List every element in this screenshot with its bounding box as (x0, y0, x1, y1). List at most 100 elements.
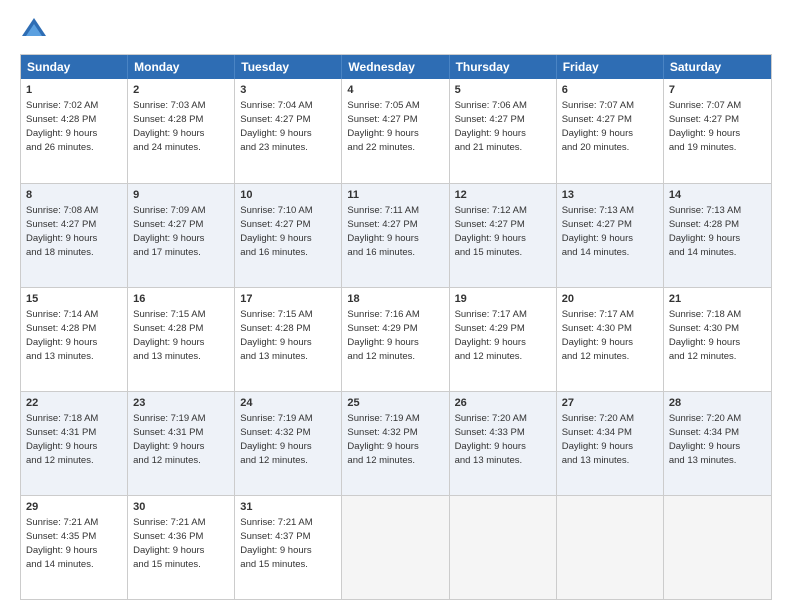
calendar-cell: 15Sunrise: 7:14 AMSunset: 4:28 PMDayligh… (21, 288, 128, 391)
calendar-cell: 14Sunrise: 7:13 AMSunset: 4:28 PMDayligh… (664, 184, 771, 287)
day-number: 23 (133, 396, 229, 411)
calendar-cell: 9Sunrise: 7:09 AMSunset: 4:27 PMDaylight… (128, 184, 235, 287)
cell-info: Sunrise: 7:05 AMSunset: 4:27 PMDaylight:… (347, 99, 443, 154)
day-number: 25 (347, 396, 443, 411)
cell-info: Sunrise: 7:18 AMSunset: 4:30 PMDaylight:… (669, 308, 766, 363)
calendar-row: 1Sunrise: 7:02 AMSunset: 4:28 PMDaylight… (21, 79, 771, 183)
calendar-cell: 3Sunrise: 7:04 AMSunset: 4:27 PMDaylight… (235, 79, 342, 183)
day-number: 15 (26, 292, 122, 307)
cell-info: Sunrise: 7:21 AMSunset: 4:35 PMDaylight:… (26, 516, 122, 571)
calendar-cell (342, 496, 449, 599)
calendar-cell: 30Sunrise: 7:21 AMSunset: 4:36 PMDayligh… (128, 496, 235, 599)
day-number: 4 (347, 83, 443, 98)
calendar-cell: 21Sunrise: 7:18 AMSunset: 4:30 PMDayligh… (664, 288, 771, 391)
cell-info: Sunrise: 7:06 AMSunset: 4:27 PMDaylight:… (455, 99, 551, 154)
calendar-cell: 24Sunrise: 7:19 AMSunset: 4:32 PMDayligh… (235, 392, 342, 495)
cell-info: Sunrise: 7:17 AMSunset: 4:29 PMDaylight:… (455, 308, 551, 363)
calendar-row: 8Sunrise: 7:08 AMSunset: 4:27 PMDaylight… (21, 183, 771, 287)
calendar-cell: 7Sunrise: 7:07 AMSunset: 4:27 PMDaylight… (664, 79, 771, 183)
calendar-cell: 25Sunrise: 7:19 AMSunset: 4:32 PMDayligh… (342, 392, 449, 495)
day-number: 10 (240, 188, 336, 203)
cell-info: Sunrise: 7:15 AMSunset: 4:28 PMDaylight:… (240, 308, 336, 363)
calendar-header-cell: Monday (128, 55, 235, 79)
calendar-cell: 23Sunrise: 7:19 AMSunset: 4:31 PMDayligh… (128, 392, 235, 495)
cell-info: Sunrise: 7:16 AMSunset: 4:29 PMDaylight:… (347, 308, 443, 363)
day-number: 1 (26, 83, 122, 98)
calendar-cell: 22Sunrise: 7:18 AMSunset: 4:31 PMDayligh… (21, 392, 128, 495)
calendar-header: SundayMondayTuesdayWednesdayThursdayFrid… (21, 55, 771, 79)
cell-info: Sunrise: 7:11 AMSunset: 4:27 PMDaylight:… (347, 204, 443, 259)
cell-info: Sunrise: 7:12 AMSunset: 4:27 PMDaylight:… (455, 204, 551, 259)
day-number: 7 (669, 83, 766, 98)
cell-info: Sunrise: 7:13 AMSunset: 4:28 PMDaylight:… (669, 204, 766, 259)
cell-info: Sunrise: 7:02 AMSunset: 4:28 PMDaylight:… (26, 99, 122, 154)
day-number: 29 (26, 500, 122, 515)
calendar-header-cell: Thursday (450, 55, 557, 79)
logo-icon (20, 16, 48, 44)
calendar-header-cell: Sunday (21, 55, 128, 79)
cell-info: Sunrise: 7:07 AMSunset: 4:27 PMDaylight:… (669, 99, 766, 154)
day-number: 5 (455, 83, 551, 98)
calendar-cell: 16Sunrise: 7:15 AMSunset: 4:28 PMDayligh… (128, 288, 235, 391)
calendar-cell (557, 496, 664, 599)
calendar-cell: 20Sunrise: 7:17 AMSunset: 4:30 PMDayligh… (557, 288, 664, 391)
cell-info: Sunrise: 7:18 AMSunset: 4:31 PMDaylight:… (26, 412, 122, 467)
calendar-row: 15Sunrise: 7:14 AMSunset: 4:28 PMDayligh… (21, 287, 771, 391)
day-number: 21 (669, 292, 766, 307)
day-number: 22 (26, 396, 122, 411)
header (20, 16, 772, 44)
day-number: 28 (669, 396, 766, 411)
logo (20, 16, 52, 44)
day-number: 31 (240, 500, 336, 515)
cell-info: Sunrise: 7:19 AMSunset: 4:31 PMDaylight:… (133, 412, 229, 467)
calendar-cell (450, 496, 557, 599)
cell-info: Sunrise: 7:09 AMSunset: 4:27 PMDaylight:… (133, 204, 229, 259)
calendar-row: 29Sunrise: 7:21 AMSunset: 4:35 PMDayligh… (21, 495, 771, 599)
cell-info: Sunrise: 7:08 AMSunset: 4:27 PMDaylight:… (26, 204, 122, 259)
calendar-cell: 4Sunrise: 7:05 AMSunset: 4:27 PMDaylight… (342, 79, 449, 183)
calendar-cell: 2Sunrise: 7:03 AMSunset: 4:28 PMDaylight… (128, 79, 235, 183)
cell-info: Sunrise: 7:13 AMSunset: 4:27 PMDaylight:… (562, 204, 658, 259)
calendar-cell: 31Sunrise: 7:21 AMSunset: 4:37 PMDayligh… (235, 496, 342, 599)
calendar-cell: 27Sunrise: 7:20 AMSunset: 4:34 PMDayligh… (557, 392, 664, 495)
cell-info: Sunrise: 7:15 AMSunset: 4:28 PMDaylight:… (133, 308, 229, 363)
calendar-body: 1Sunrise: 7:02 AMSunset: 4:28 PMDaylight… (21, 79, 771, 599)
calendar-cell: 5Sunrise: 7:06 AMSunset: 4:27 PMDaylight… (450, 79, 557, 183)
day-number: 27 (562, 396, 658, 411)
day-number: 11 (347, 188, 443, 203)
calendar-header-cell: Saturday (664, 55, 771, 79)
page: SundayMondayTuesdayWednesdayThursdayFrid… (0, 0, 792, 612)
cell-info: Sunrise: 7:14 AMSunset: 4:28 PMDaylight:… (26, 308, 122, 363)
cell-info: Sunrise: 7:10 AMSunset: 4:27 PMDaylight:… (240, 204, 336, 259)
calendar-cell: 28Sunrise: 7:20 AMSunset: 4:34 PMDayligh… (664, 392, 771, 495)
calendar-cell: 17Sunrise: 7:15 AMSunset: 4:28 PMDayligh… (235, 288, 342, 391)
cell-info: Sunrise: 7:19 AMSunset: 4:32 PMDaylight:… (347, 412, 443, 467)
calendar-cell: 8Sunrise: 7:08 AMSunset: 4:27 PMDaylight… (21, 184, 128, 287)
calendar-row: 22Sunrise: 7:18 AMSunset: 4:31 PMDayligh… (21, 391, 771, 495)
cell-info: Sunrise: 7:07 AMSunset: 4:27 PMDaylight:… (562, 99, 658, 154)
day-number: 20 (562, 292, 658, 307)
calendar-cell: 11Sunrise: 7:11 AMSunset: 4:27 PMDayligh… (342, 184, 449, 287)
calendar-cell: 10Sunrise: 7:10 AMSunset: 4:27 PMDayligh… (235, 184, 342, 287)
calendar-cell: 13Sunrise: 7:13 AMSunset: 4:27 PMDayligh… (557, 184, 664, 287)
calendar-cell (664, 496, 771, 599)
calendar-cell: 29Sunrise: 7:21 AMSunset: 4:35 PMDayligh… (21, 496, 128, 599)
cell-info: Sunrise: 7:20 AMSunset: 4:33 PMDaylight:… (455, 412, 551, 467)
day-number: 8 (26, 188, 122, 203)
calendar-cell: 26Sunrise: 7:20 AMSunset: 4:33 PMDayligh… (450, 392, 557, 495)
cell-info: Sunrise: 7:03 AMSunset: 4:28 PMDaylight:… (133, 99, 229, 154)
day-number: 12 (455, 188, 551, 203)
cell-info: Sunrise: 7:04 AMSunset: 4:27 PMDaylight:… (240, 99, 336, 154)
day-number: 26 (455, 396, 551, 411)
day-number: 2 (133, 83, 229, 98)
calendar-cell: 6Sunrise: 7:07 AMSunset: 4:27 PMDaylight… (557, 79, 664, 183)
cell-info: Sunrise: 7:21 AMSunset: 4:37 PMDaylight:… (240, 516, 336, 571)
calendar-header-cell: Friday (557, 55, 664, 79)
calendar: SundayMondayTuesdayWednesdayThursdayFrid… (20, 54, 772, 600)
day-number: 18 (347, 292, 443, 307)
day-number: 19 (455, 292, 551, 307)
day-number: 16 (133, 292, 229, 307)
day-number: 14 (669, 188, 766, 203)
calendar-cell: 18Sunrise: 7:16 AMSunset: 4:29 PMDayligh… (342, 288, 449, 391)
calendar-header-cell: Tuesday (235, 55, 342, 79)
